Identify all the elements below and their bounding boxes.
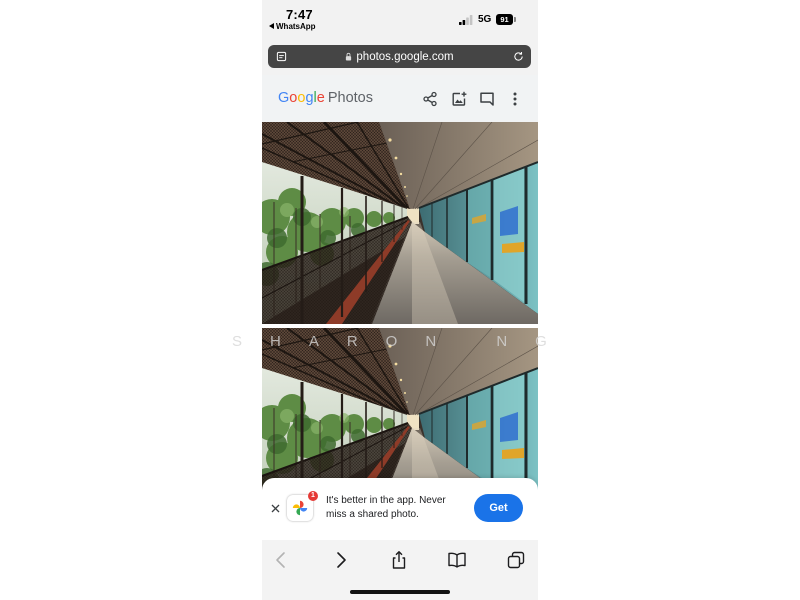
phone-screen: 7:47 WhatsApp 5G 91 photos.google.com Go… <box>262 0 538 600</box>
google-photos-header: Google Photos <box>262 75 538 122</box>
tabs-icon[interactable] <box>506 550 526 570</box>
back-icon[interactable] <box>271 550 291 570</box>
reload-icon[interactable] <box>513 51 524 62</box>
comment-icon[interactable] <box>479 91 495 107</box>
battery-nub <box>514 17 516 22</box>
banner-message-line: miss a shared photo. <box>326 509 419 520</box>
shared-photo-1[interactable] <box>262 122 538 324</box>
close-icon[interactable] <box>271 504 280 513</box>
google-photos-logo: Google Photos <box>278 90 373 107</box>
bookmarks-icon[interactable] <box>447 550 467 570</box>
banner-message-line: It's better in the app. Never <box>326 495 446 506</box>
brand-letter: g <box>305 90 314 106</box>
more-vert-icon[interactable] <box>507 91 523 107</box>
brand-letter: e <box>316 90 325 106</box>
open-in-app-banner: 1 It's better in the app. Never miss a s… <box>262 478 538 540</box>
url-display[interactable]: photos.google.com <box>268 45 531 68</box>
share-icon[interactable] <box>422 91 438 107</box>
get-app-button[interactable]: Get <box>474 494 523 522</box>
lock-icon <box>346 52 352 61</box>
brand-letter: G <box>278 90 290 106</box>
share-icon[interactable] <box>389 550 409 570</box>
home-indicator <box>350 590 450 594</box>
signal-icon <box>459 15 473 25</box>
back-to-app-link[interactable]: WhatsApp <box>269 21 316 31</box>
back-to-app-icon <box>269 23 274 29</box>
banner-message: It's better in the app. Never miss a sha… <box>326 494 446 522</box>
brand-product-name: Photos <box>327 90 373 106</box>
watermark-text: SHARON NG <box>232 333 575 350</box>
forward-icon[interactable] <box>331 550 351 570</box>
battery-icon: 91 <box>496 14 513 25</box>
add-to-album-icon[interactable] <box>451 91 467 107</box>
network-type: 5G <box>478 14 492 25</box>
notification-badge: 1 <box>308 491 318 501</box>
browser-toolbar <box>262 540 538 600</box>
url-text[interactable]: photos.google.com <box>356 51 453 63</box>
address-bar[interactable]: photos.google.com <box>268 45 531 68</box>
status-time: 7:47 <box>286 7 313 22</box>
back-to-app-label: WhatsApp <box>276 21 316 31</box>
